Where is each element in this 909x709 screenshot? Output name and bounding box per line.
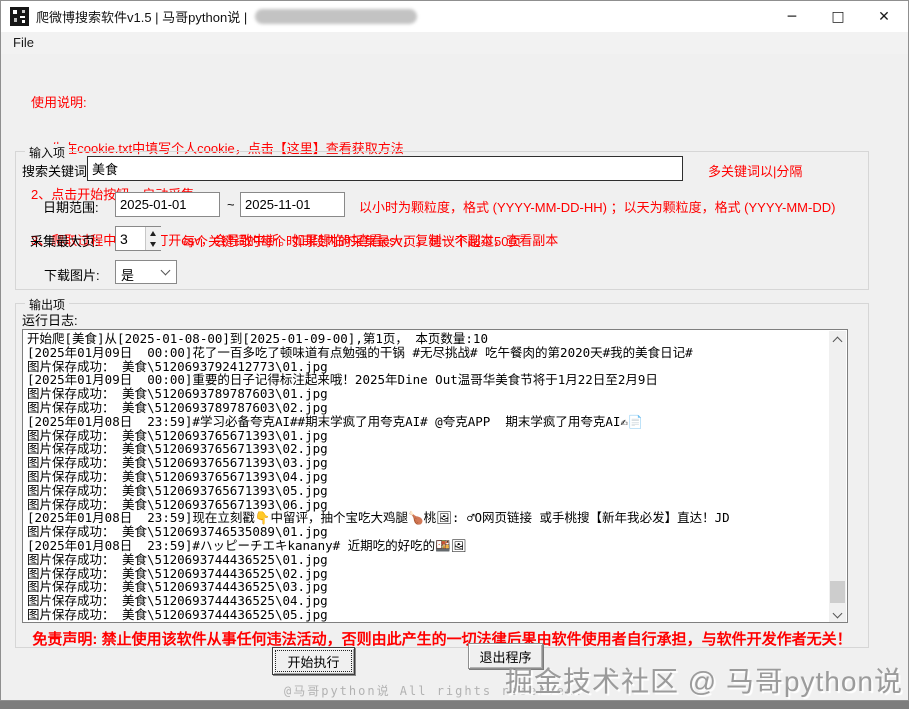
scrollbar-down-button[interactable] (829, 606, 846, 623)
download-images-value: 是 (121, 265, 134, 284)
log-line: 图片保存成功： 美食\5120693765671393\04.jpg (27, 470, 827, 484)
menu-bar: File (1, 32, 908, 54)
app-logo-icon (10, 7, 29, 26)
minimize-button[interactable]: ─ (769, 1, 815, 32)
output-groupbox: 输出项 运行日志: 开始爬[美食]从[2025-01-08-00]到[2025-… (15, 303, 869, 648)
log-line: 图片保存成功： 美食\5120693765671393\02.jpg (27, 442, 827, 456)
log-line: [2025年01月08日 23:59]#ハッピーチエキkanany# 近期吃的好… (27, 539, 827, 553)
scroll-up-icon (833, 337, 843, 347)
input-groupbox-legend: 输入项 (25, 144, 69, 161)
log-line: 图片保存成功： 美食\5120693765671393\06.jpg (27, 498, 827, 512)
log-line: [2025年01月08日 23:59]现在立刻戳👇中留评，抽个宝吃大鸡腿🍗桃🖼:… (27, 511, 827, 525)
log-line: 图片保存成功： 美食\5120693744436525\04.jpg (27, 594, 827, 608)
close-button[interactable]: ✕ (861, 1, 907, 32)
log-line: 图片保存成功： 美食\5120693744436525\01.jpg (27, 553, 827, 567)
chevron-down-icon (161, 266, 171, 276)
log-line: 开始爬[美食]从[2025-01-08-00]到[2025-01-09-00],… (27, 332, 827, 346)
log-line: 图片保存成功： 美食\5120693792412773\01.jpg (27, 360, 827, 374)
scrollbar-thumb[interactable] (830, 581, 845, 603)
log-line: 图片保存成功： 美食\5120693744436525\05.jpg (27, 608, 827, 622)
log-line: 图片保存成功： 美食\5120693765671393\01.jpg (27, 429, 827, 443)
instructions-heading: 使用说明: (31, 95, 558, 110)
start-button[interactable]: 开始执行 (272, 647, 355, 675)
log-scrollbar[interactable] (829, 331, 846, 623)
menu-item-file[interactable]: File (13, 35, 34, 50)
log-line: 图片保存成功： 美食\5120693746535089\01.jpg (27, 525, 827, 539)
date-format-hint: 以小时为颗粒度，格式 (YYYY-MM-DD-HH) ；以天为颗粒度，格式 (Y… (359, 197, 835, 216)
title-redacted-blur (255, 9, 417, 24)
log-line: 图片保存成功： 美食\5120693765671393\03.jpg (27, 456, 827, 470)
keyword-hint: 多关键词以|分隔 (708, 161, 802, 180)
max-pages-input[interactable] (116, 227, 145, 250)
spinner-buttons (145, 227, 160, 250)
download-images-select[interactable]: 是 (115, 260, 177, 284)
date-range-separator: ~ (227, 197, 235, 212)
max-pages-label: 采集最大页: (30, 231, 99, 250)
spinner-up-button[interactable] (146, 227, 161, 239)
run-log-label: 运行日志: (22, 310, 78, 329)
scrollbar-up-button[interactable] (829, 331, 846, 348)
date-from-input[interactable] (115, 192, 220, 217)
log-line: 图片保存成功： 美食\5120693789787603\02.jpg (27, 401, 827, 415)
spinner-down-button[interactable] (146, 239, 161, 251)
log-lines: 开始爬[美食]从[2025-01-08-00]到[2025-01-09-00],… (27, 332, 827, 622)
app-window: 爬微博搜索软件v1.5 | 马哥python说 | ─ □ ✕ File 使用说… (0, 0, 909, 701)
date-range-label: 日期范围: (43, 197, 99, 216)
title-bar[interactable]: 爬微博搜索软件v1.5 | 马哥python说 | ─ □ ✕ (1, 1, 908, 32)
log-line: 图片保存成功： 美食\5120693744436525\02.jpg (27, 567, 827, 581)
spinner-down-icon (150, 242, 156, 247)
input-groupbox: 输入项 搜索关键词: 多关键词以|分隔 日期范围: ~ 以小时为颗粒度，格式 (… (15, 151, 869, 290)
window-title: 爬微博搜索软件v1.5 | 马哥python说 | (36, 7, 251, 26)
log-line: [2025年01月09日 00:00]花了一百多吃了顿味道有点勉强的干锅 #无尽… (27, 346, 827, 360)
keyword-input[interactable] (87, 156, 683, 181)
max-pages-spinner (115, 226, 161, 251)
download-images-label: 下载图片: (44, 265, 100, 284)
log-line: 图片保存成功： 美食\5120693744436525\03.jpg (27, 580, 827, 594)
spinner-up-icon (150, 231, 156, 236)
window-controls: ─ □ ✕ (769, 1, 907, 32)
keyword-label: 搜索关键词: (22, 161, 91, 180)
log-line: 图片保存成功： 美食\5120693789787603\01.jpg (27, 387, 827, 401)
watermark-text: 掘金技术社区 @ 马哥python说 (505, 660, 903, 700)
maximize-button[interactable]: □ (815, 1, 861, 32)
run-log-textarea[interactable]: 开始爬[美食]从[2025-01-08-00]到[2025-01-09-00],… (22, 329, 848, 623)
max-pages-hint: 每个关键词的每个时间段内的采集最大页，建议不超过50页 (182, 231, 521, 250)
log-line: 图片保存成功： 美食\5120693765671393\05.jpg (27, 484, 827, 498)
log-line: [2025年01月08日 23:59]#学习必备夸克AI##期末学疯了用夸克AI… (27, 415, 827, 429)
disclaimer-text: 免责声明: 禁止使用该软件从事任何违法活动，否则由此产生的一切法律后果由软件使用… (16, 628, 868, 649)
scroll-down-icon (833, 609, 843, 619)
log-line: [2025年01月09日 00:00]重要的日子记得标注起来哦！2025年Din… (27, 373, 827, 387)
date-to-input[interactable] (240, 192, 345, 217)
